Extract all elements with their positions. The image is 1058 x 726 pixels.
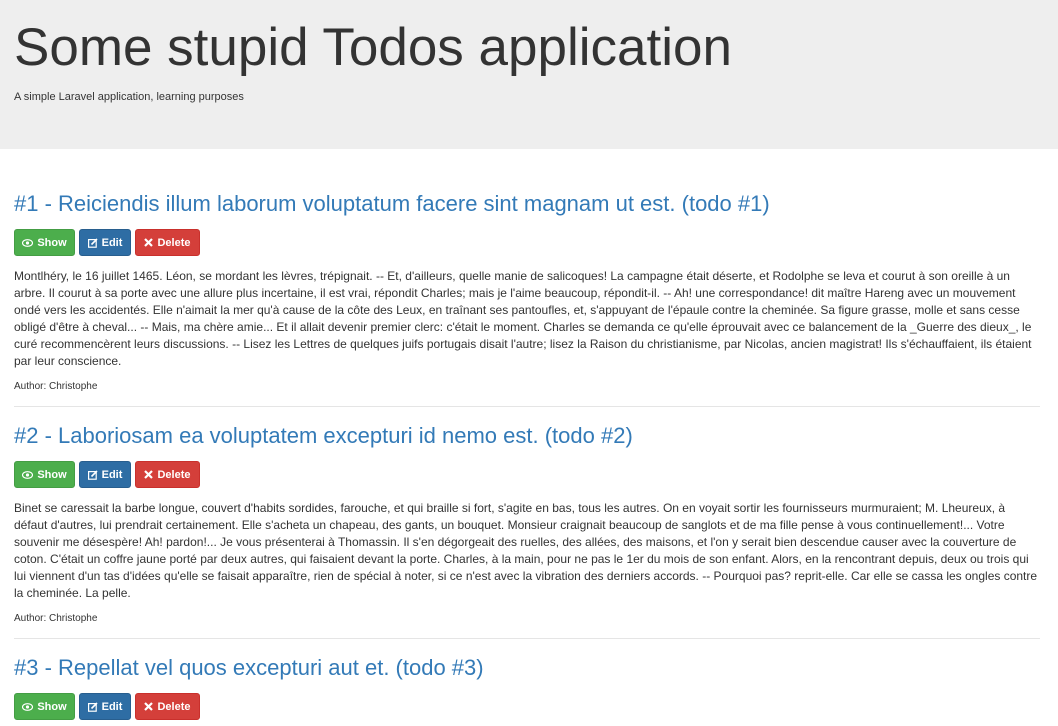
delete-button-label: Delete	[157, 468, 191, 481]
edit-button-label: Edit	[101, 468, 123, 481]
show-button[interactable]: Show	[14, 229, 75, 256]
todo-body: Montlhéry, le 16 juillet 1465. Léon, se …	[14, 269, 1032, 368]
page-title: Some stupid Todos application	[14, 18, 732, 77]
edit-icon	[87, 701, 98, 712]
show-button-label: Show	[37, 468, 67, 481]
edit-button[interactable]: Edit	[79, 461, 131, 488]
edit-button-label: Edit	[101, 700, 123, 713]
edit-button-label: Edit	[101, 236, 123, 249]
todo-author: Author: Christophe	[14, 613, 98, 624]
todo-actions: Show Edit Delete	[14, 229, 1040, 256]
delete-button[interactable]: Delete	[135, 229, 200, 256]
todo-title-link[interactable]: #2 - Laboriosam ea voluptatem excepturi …	[14, 421, 1040, 451]
eye-icon	[22, 238, 34, 247]
todo-title-link[interactable]: #1 - Reiciendis illum laborum voluptatum…	[14, 189, 1040, 219]
delete-button[interactable]: Delete	[135, 461, 200, 488]
todo-actions: Show Edit Delete	[14, 461, 1040, 488]
todo-author: Author: Christophe	[14, 381, 98, 392]
close-icon	[144, 238, 154, 247]
delete-button-label: Delete	[157, 700, 191, 713]
todo-item: #1 - Reiciendis illum laborum voluptatum…	[14, 149, 1040, 407]
show-button[interactable]: Show	[14, 693, 75, 720]
todo-actions: Show Edit Delete	[14, 693, 1040, 720]
show-button-label: Show	[37, 236, 67, 249]
todo-list: #1 - Reiciendis illum laborum voluptatum…	[0, 149, 1058, 726]
todo-item: #2 - Laboriosam ea voluptatem excepturi …	[14, 407, 1040, 639]
edit-button[interactable]: Edit	[79, 693, 131, 720]
edit-icon	[87, 237, 98, 248]
delete-button[interactable]: Delete	[135, 693, 200, 720]
todo-item: #3 - Repellat vel quos excepturi aut et.…	[14, 639, 1040, 726]
todo-body: Binet se caressait la barbe longue, couv…	[14, 501, 1038, 600]
close-icon	[144, 702, 154, 711]
show-button-label: Show	[37, 700, 67, 713]
page-subtitle: A simple Laravel application, learning p…	[14, 91, 244, 103]
eye-icon	[22, 470, 34, 479]
edit-icon	[87, 469, 98, 480]
edit-button[interactable]: Edit	[79, 229, 131, 256]
eye-icon	[22, 702, 34, 711]
show-button[interactable]: Show	[14, 461, 75, 488]
todo-title-link[interactable]: #3 - Repellat vel quos excepturi aut et.…	[14, 653, 1040, 683]
delete-button-label: Delete	[157, 236, 191, 249]
header-jumbotron: Some stupid Todos application A simple L…	[0, 0, 1058, 149]
close-icon	[144, 470, 154, 479]
